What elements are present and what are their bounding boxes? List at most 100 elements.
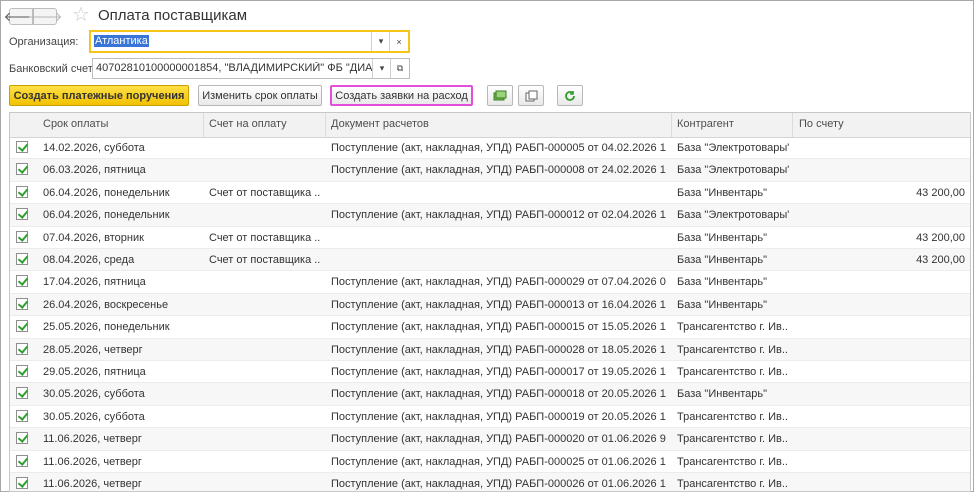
due-date-cell: 26.04.2026, воскресенье — [43, 298, 169, 311]
table-row[interactable]: 17.04.2026, пятница Поступление (акт, нак… — [10, 271, 970, 294]
open-icon[interactable]: ⧉ — [390, 59, 409, 78]
checkbox-checked-icon[interactable] — [16, 477, 28, 489]
column-header-amount[interactable]: По счету — [799, 118, 844, 130]
amount-cell: 43 200,00 — [916, 186, 965, 199]
due-date-cell: 11.06.2026, четверг — [43, 433, 142, 446]
due-date-cell: 11.06.2026, четверг — [43, 455, 142, 468]
document-cell: Поступление (акт, накладная, УПД) РАБП-0… — [331, 410, 666, 423]
counterparty-cell: База "Инвентарь" — [677, 186, 768, 199]
document-cell: Поступление (акт, накладная, УПД) РАБП-0… — [331, 276, 666, 289]
document-cell: Поступление (акт, накладная, УПД) РАБП-0… — [331, 455, 666, 468]
table-row[interactable]: 30.05.2026, суббота Поступление (акт, нак… — [10, 406, 970, 429]
counterparty-cell: База "Электротовары" — [677, 164, 789, 177]
organization-field[interactable]: Атлантика ▾ × — [89, 30, 410, 53]
counterparty-cell: База "Инвентарь" — [677, 388, 768, 401]
counterparty-cell: Трансагентство г. Ив... — [677, 455, 789, 468]
counterparty-cell: База "Инвентарь" — [677, 276, 768, 289]
page-title: Оплата поставщикам — [98, 7, 248, 24]
document-cell: Поступление (акт, накладная, УПД) РАБП-0… — [331, 321, 666, 334]
payments-table: Срок оплаты Счет на оплату Документ расч… — [9, 112, 971, 492]
invoice-cell: Счет от поставщика ... — [209, 231, 321, 244]
due-date-cell: 11.06.2026, четверг — [43, 478, 142, 490]
bank-account-label: Банковский счет: — [9, 63, 96, 75]
invoice-cell: Счет от поставщика ... — [209, 186, 321, 199]
table-row[interactable]: 28.05.2026, четверг Поступление (акт, нак… — [10, 338, 970, 361]
due-date-cell: 06.04.2026, понедельник — [43, 186, 170, 199]
due-date-cell: 14.02.2026, суббота — [43, 142, 145, 154]
checkbox-checked-icon[interactable] — [16, 253, 28, 265]
table-row[interactable]: 08.04.2026, среда Счет от поставщика ... Б… — [10, 249, 970, 272]
table-row[interactable]: 11.06.2026, четверг Поступление (акт, нак… — [10, 473, 970, 491]
checkbox-checked-icon[interactable] — [16, 342, 28, 355]
counterparty-cell: Трансагентство г. Ив... — [677, 366, 789, 378]
checkbox-checked-icon[interactable] — [16, 230, 28, 243]
document-cell: Поступление (акт, накладная, УПД) РАБП-0… — [331, 366, 666, 378]
counterparty-cell: Трансагентство г. Ив... — [677, 410, 789, 423]
table-row[interactable]: 25.05.2026, понедельник Поступление (акт,… — [10, 316, 970, 339]
clear-icon[interactable]: × — [389, 32, 408, 51]
forward-arrow-icon[interactable]: 🡒 — [28, 8, 62, 25]
bank-account-field[interactable]: 40702810100000001854, "ВЛАДИМИРСКИЙ" ФБ … — [92, 58, 410, 79]
due-date-cell: 25.05.2026, понедельник — [43, 321, 170, 334]
document-cell: Поступление (акт, накладная, УПД) РАБП-0… — [331, 478, 666, 490]
table-row[interactable]: 14.02.2026, суббота Поступление (акт, нак… — [10, 137, 970, 160]
money-icon[interactable] — [487, 85, 513, 106]
table-row[interactable]: 29.05.2026, пятница Поступление (акт, нак… — [10, 361, 970, 384]
refresh-icon[interactable] — [557, 85, 583, 106]
document-cell: Поступление (акт, накладная, УПД) РАБП-0… — [331, 298, 666, 311]
checkbox-checked-icon[interactable] — [16, 208, 28, 221]
column-header-counterparty[interactable]: Контрагент — [677, 118, 734, 130]
counterparty-cell: База "Инвентарь" — [677, 254, 768, 266]
checkbox-checked-icon[interactable] — [16, 432, 28, 445]
counterparty-cell: База "Электротовары" — [677, 142, 789, 154]
chevron-down-icon[interactable]: ▾ — [371, 32, 390, 51]
document-cell: Поступление (акт, накладная, УПД) РАБП-0… — [331, 142, 666, 154]
counterparty-cell: Трансагентство г. Ив... — [677, 343, 789, 356]
table-row[interactable]: 11.06.2026, четверг Поступление (акт, нак… — [10, 428, 970, 451]
column-header-invoice[interactable]: Счет на оплату — [209, 118, 287, 130]
table-header: Срок оплаты Счет на оплату Документ расч… — [10, 113, 970, 138]
checkbox-checked-icon[interactable] — [16, 297, 28, 310]
copy-icon[interactable] — [518, 85, 544, 106]
counterparty-cell: База "Инвентарь" — [677, 298, 768, 311]
due-date-cell: 06.04.2026, понедельник — [43, 209, 170, 222]
change-due-date-button[interactable]: Изменить срок оплаты — [198, 85, 322, 106]
due-date-cell: 28.05.2026, четверг — [43, 343, 143, 356]
table-row[interactable]: 11.06.2026, четверг Поступление (акт, нак… — [10, 451, 970, 473]
organization-label: Организация: — [9, 36, 79, 48]
checkbox-checked-icon[interactable] — [16, 454, 28, 467]
checkbox-checked-icon[interactable] — [16, 185, 28, 198]
due-date-cell: 08.04.2026, среда — [43, 254, 135, 266]
counterparty-cell: Трансагентство г. Ив... — [677, 433, 789, 446]
table-row[interactable]: 06.04.2026, понедельник Поступление (акт,… — [10, 204, 970, 227]
table-row[interactable]: 26.04.2026, воскресенье Поступление (акт,… — [10, 293, 970, 317]
column-header-document[interactable]: Документ расчетов — [331, 118, 429, 130]
table-row[interactable]: 06.04.2026, понедельник Счет от поставщик… — [10, 182, 970, 205]
checkbox-checked-icon[interactable] — [16, 365, 28, 377]
table-row[interactable]: 07.04.2026, вторник Счет от поставщика ..… — [10, 227, 970, 249]
bank-account-value: 40702810100000001854, "ВЛАДИМИРСКИЙ" ФБ … — [96, 62, 374, 74]
counterparty-cell: Трансагентство г. Ив... — [677, 321, 789, 334]
table-row[interactable]: 06.03.2026, пятница Поступление (акт, нак… — [10, 159, 970, 182]
checkbox-checked-icon[interactable] — [16, 409, 28, 422]
document-cell: Поступление (акт, накладная, УПД) РАБП-0… — [331, 209, 666, 222]
create-payment-orders-button[interactable]: Создать платежные поручения — [9, 85, 189, 106]
counterparty-cell: Трансагентство г. Ив... — [677, 478, 789, 490]
counterparty-cell: База "Инвентарь" — [677, 231, 768, 244]
table-row[interactable]: 30.05.2026, суббота Поступление (акт, нак… — [10, 383, 970, 406]
create-expense-requests-button[interactable]: Создать заявки на расход — [330, 85, 473, 106]
document-cell: Поступление (акт, накладная, УПД) РАБП-0… — [331, 388, 666, 401]
column-header-due-date[interactable]: Срок оплаты — [43, 118, 108, 130]
favorite-star-icon[interactable]: ☆ — [72, 4, 90, 26]
amount-cell: 43 200,00 — [916, 231, 965, 244]
document-cell: Поступление (акт, накладная, УПД) РАБП-0… — [331, 164, 666, 177]
checkbox-checked-icon[interactable] — [16, 387, 28, 400]
document-cell: Поступление (акт, накладная, УПД) РАБП-0… — [331, 433, 666, 446]
due-date-cell: 06.03.2026, пятница — [43, 164, 146, 177]
checkbox-checked-icon[interactable] — [16, 275, 28, 288]
checkbox-checked-icon[interactable] — [16, 141, 28, 153]
chevron-down-icon[interactable]: ▾ — [372, 59, 391, 78]
checkbox-checked-icon[interactable] — [16, 163, 28, 176]
checkbox-checked-icon[interactable] — [16, 320, 28, 333]
document-cell: Поступление (акт, накладная, УПД) РАБП-0… — [331, 343, 666, 356]
